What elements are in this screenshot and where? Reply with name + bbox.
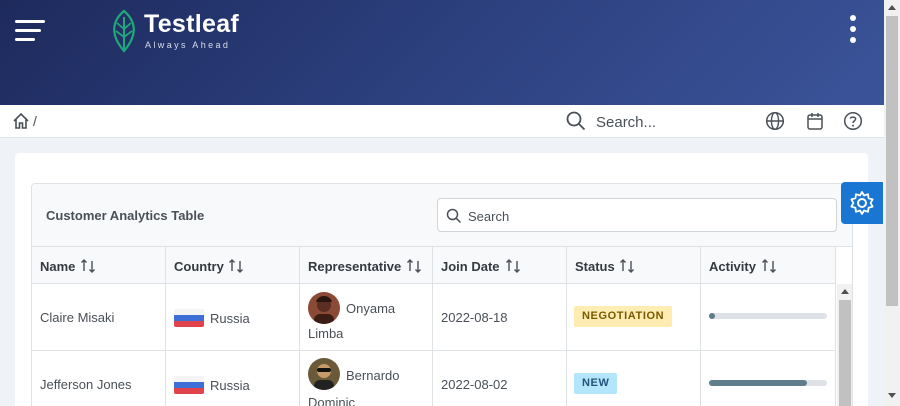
brand-logo[interactable]: Testleaf Always Ahead [108, 8, 248, 54]
cell-name: Jefferson Jones [32, 351, 166, 406]
sort-icon [762, 259, 776, 273]
scrollbar-thumb[interactable] [886, 16, 898, 306]
app-page: Testleaf Always Ahead / Search... Custom… [0, 0, 900, 406]
cell-join-date: 2022-08-18 [433, 284, 567, 350]
country-name: Russia [210, 378, 250, 393]
cell-status: NEGOTIATION [567, 284, 701, 350]
table-column-headers: Name Country Representative Join Date St… [32, 247, 836, 284]
avatar [308, 358, 340, 390]
cell-name: Claire Misaki [32, 284, 166, 350]
column-label: Activity [709, 259, 756, 274]
more-options-button[interactable] [846, 15, 860, 45]
menu-toggle-button[interactable] [15, 18, 47, 44]
column-label: Status [575, 259, 615, 274]
country-name: Russia [210, 311, 250, 326]
column-header-join-date[interactable]: Join Date [433, 247, 567, 284]
cell-activity [701, 284, 836, 350]
flag-russia-icon [174, 309, 204, 327]
column-header-activity[interactable]: Activity [701, 247, 836, 284]
join-date: 2022-08-18 [441, 310, 508, 325]
sort-icon [620, 259, 634, 273]
scroll-up-arrow-icon[interactable] [888, 5, 896, 10]
table-title: Customer Analytics Table [46, 208, 205, 223]
page-scrollbar[interactable] [884, 0, 900, 406]
app-header: Testleaf Always Ahead [0, 0, 884, 105]
table-row[interactable]: Claire Misaki Russia Onyama Limba 2022-0… [32, 284, 836, 351]
progress-fill [709, 380, 807, 386]
sort-icon [506, 259, 520, 273]
representative-first-name: Onyama [346, 301, 396, 316]
customer-table: Customer Analytics Table Name Country Re… [31, 183, 853, 406]
progress-fill [709, 313, 715, 319]
column-header-representative[interactable]: Representative [300, 247, 433, 284]
join-date: 2022-08-02 [441, 377, 508, 392]
cell-join-date: 2022-08-02 [433, 351, 567, 406]
flag-russia-icon [174, 376, 204, 394]
scroll-up-arrow-icon[interactable] [841, 289, 849, 294]
column-header-name[interactable]: Name [32, 247, 166, 284]
column-header-status[interactable]: Status [567, 247, 701, 284]
status-badge: NEGOTIATION [574, 306, 673, 327]
cell-representative: Onyama Limba [300, 284, 433, 350]
sort-icon [229, 259, 243, 273]
table-header: Customer Analytics Table [32, 184, 852, 247]
search-icon [446, 208, 462, 224]
leaf-icon [113, 9, 135, 53]
cell-country: Russia [166, 351, 300, 406]
status-badge: NEW [574, 373, 618, 394]
brand-tagline: Always Ahead [145, 40, 231, 50]
global-search-input[interactable] [596, 111, 746, 133]
table-search-field[interactable] [437, 198, 837, 232]
representative-last-name: Limba [308, 326, 344, 341]
customer-name: Jefferson Jones [40, 377, 132, 392]
sort-icon [407, 259, 421, 273]
cell-activity [701, 351, 836, 406]
representative-last-name: Dominic [308, 395, 355, 406]
globe-icon[interactable] [765, 111, 785, 131]
scrollbar-thumb[interactable] [839, 300, 851, 406]
gear-icon [850, 191, 874, 215]
breadcrumb-separator: / [33, 113, 37, 129]
topbar: / [0, 105, 884, 138]
table-scrollbar[interactable] [837, 284, 852, 406]
home-icon[interactable] [12, 112, 30, 130]
search-icon [566, 111, 586, 131]
help-icon[interactable] [843, 111, 863, 131]
column-label: Name [40, 259, 76, 274]
table-row[interactable]: Jefferson Jones Russia Bernardo Dominic … [32, 351, 836, 406]
brand-name: Testleaf [144, 10, 240, 38]
sort-icon [81, 259, 95, 273]
column-label: Country [174, 259, 224, 274]
activity-progress-bar [709, 380, 827, 386]
column-label: Representative [308, 259, 402, 274]
column-label: Join Date [441, 259, 500, 274]
representative-first-name: Bernardo [346, 368, 400, 383]
cell-representative: Bernardo Dominic [300, 351, 433, 406]
customer-name: Claire Misaki [40, 310, 115, 325]
table-search-input[interactable] [468, 206, 818, 226]
cell-status: NEW [567, 351, 701, 406]
activity-progress-bar [709, 313, 827, 319]
config-button[interactable] [841, 182, 883, 224]
scroll-down-arrow-icon[interactable] [888, 393, 896, 398]
cell-country: Russia [166, 284, 300, 350]
avatar [308, 292, 340, 324]
calendar-icon[interactable] [805, 111, 825, 131]
column-header-country[interactable]: Country [166, 247, 300, 284]
